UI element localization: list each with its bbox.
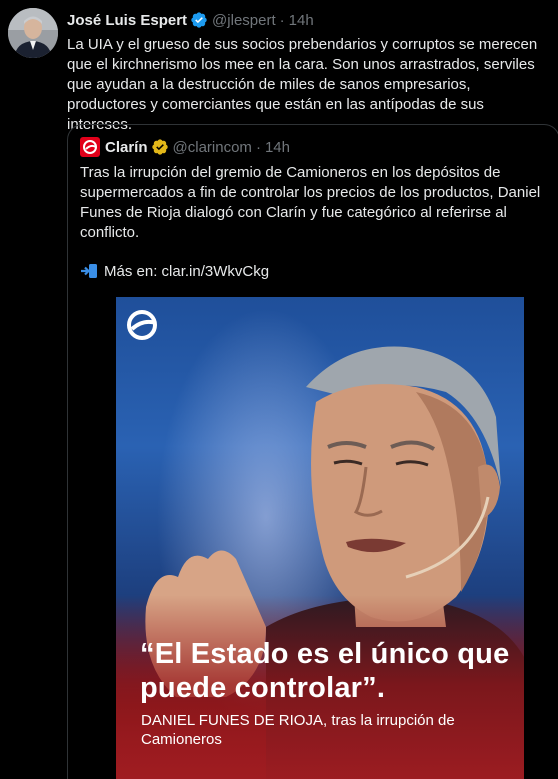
clarin-avatar[interactable] (80, 137, 100, 157)
separator-dot: · (255, 138, 261, 156)
quoted-tweet-header: Clarín @clarincom · 14h (80, 137, 290, 157)
gold-verified-badge-icon[interactable] (151, 138, 169, 156)
author-avatar[interactable] (8, 8, 58, 58)
quoted-link-line: Más en: clar.in/3WkvCkg (80, 262, 269, 280)
author-handle[interactable]: @jlespert (212, 12, 276, 29)
quoted-media-image[interactable]: “El Estado es el único que puede control… (116, 297, 524, 779)
author-name[interactable]: José Luis Espert (67, 12, 187, 29)
tweet-header: José Luis Espert @jlespert · 14h (67, 11, 314, 29)
quoted-timestamp[interactable]: 14h (265, 139, 290, 156)
tweet-timestamp[interactable]: 14h (289, 12, 314, 29)
separator-dot: · (279, 11, 285, 29)
clarin-logo-icon (126, 309, 158, 341)
media-caption: DANIEL FUNES DE RIOJA, tras la irrupción… (141, 712, 455, 748)
arrow-right-icon (80, 262, 98, 280)
quoted-author-handle[interactable]: @clarincom (173, 139, 252, 156)
quoted-tweet-text: Tras la irrupción del gremio de Camioner… (80, 164, 541, 241)
quoted-tweet-card[interactable]: Clarín @clarincom · 14h Tras la irrupció… (67, 124, 558, 779)
verified-badge-icon[interactable] (190, 11, 208, 29)
quoted-author-name[interactable]: Clarín (105, 139, 148, 156)
tweet-text: La UIA y el grueso de sus socios prebend… (67, 36, 538, 133)
media-quote-text: “El Estado es el único que puede control… (140, 638, 510, 704)
quoted-link-text[interactable]: Más en: clar.in/3WkvCkg (104, 263, 269, 280)
